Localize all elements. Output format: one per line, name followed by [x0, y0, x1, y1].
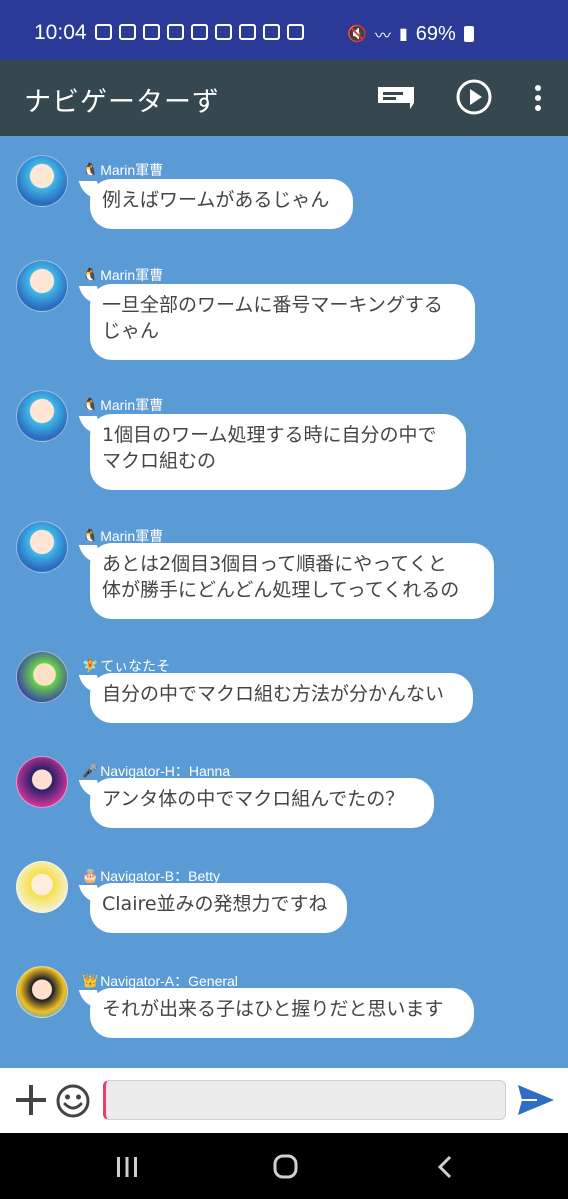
emoji-icon[interactable]: [55, 1083, 91, 1119]
recents-icon[interactable]: [116, 1156, 138, 1178]
message-bubble[interactable]: 1個目のワーム処理する時に自分の中で マクロ組むの: [90, 414, 466, 490]
message-bubble[interactable]: Claire並みの発想力ですね: [90, 883, 347, 933]
penguin-icon: 🐧: [82, 528, 99, 543]
avatar[interactable]: [16, 651, 68, 703]
sender-name: 🐧 Marin軍曹: [82, 397, 164, 413]
play-icon[interactable]: [456, 79, 492, 115]
sender-name: 🐧 Marin軍曹: [82, 267, 164, 283]
avatar[interactable]: [16, 260, 68, 312]
home-icon[interactable]: [273, 1154, 298, 1179]
cloud-icon: [215, 24, 232, 40]
message-icon[interactable]: [378, 87, 414, 109]
discord-icon: [95, 24, 112, 40]
message-bubble[interactable]: あとは2個目3個目って順番にやってくと 体が勝手にどんどん処理してってくれるの: [90, 543, 494, 619]
penguin-icon: 🐧: [82, 397, 99, 412]
system-icons: 🔇 〰 ▮ 69%: [347, 22, 474, 46]
avatar[interactable]: [16, 966, 68, 1018]
chat-list[interactable]: 🐧 Marin軍曹 例えばワームがあるじゃん 🐧 Marin軍曹 一旦全部のワームに…: [0, 136, 568, 1068]
avatar[interactable]: [16, 155, 68, 207]
microphone-icon: 🎤: [82, 763, 99, 778]
system-nav-bar: [0, 1133, 568, 1199]
avatar[interactable]: [16, 756, 68, 808]
message-bubble[interactable]: アンタ体の中でマクロ組んでたの？: [90, 778, 434, 828]
app-icon: [287, 24, 304, 40]
penguin-icon: 🐧: [82, 162, 99, 177]
input-bar: [0, 1068, 568, 1133]
app-bar: ナビゲーターず: [0, 60, 568, 136]
cube-icon: [239, 24, 256, 40]
lock-icon: [167, 24, 184, 40]
avatar[interactable]: [16, 861, 68, 913]
message-bubble[interactable]: 例えばワームがあるじゃん: [90, 179, 353, 229]
message-bubble[interactable]: 自分の中でマクロ組む方法が分かんない: [90, 673, 473, 723]
sender-name: 🐧 Marin軍曹: [82, 162, 164, 178]
message-input[interactable]: [103, 1080, 506, 1120]
crown-icon: 👑: [82, 973, 99, 988]
battery-percent: 69%: [415, 22, 456, 45]
message-bubble[interactable]: 一旦全部のワームに番号マーキングする じゃん: [90, 284, 475, 360]
discord-icon: [143, 24, 160, 40]
more-options-icon[interactable]: [530, 84, 546, 112]
mute-icon: 🔇: [347, 26, 367, 43]
back-icon[interactable]: [436, 1155, 454, 1179]
notification-icons: [95, 24, 304, 40]
message-bubble[interactable]: それが出来る子はひと握りだと思います: [90, 988, 474, 1038]
discord-icon: [119, 24, 136, 40]
status-time: 10:04: [34, 21, 87, 44]
wifi-icon: 〰: [374, 28, 391, 45]
send-icon[interactable]: [517, 1084, 555, 1116]
fairy-icon: 🧚: [82, 658, 99, 673]
battery-icon: [463, 26, 474, 42]
penguin-icon: 🐧: [82, 267, 99, 282]
share-icon: [191, 24, 208, 40]
avatar[interactable]: [16, 390, 68, 442]
cake-icon: 🎂: [82, 868, 99, 883]
page-title: ナビゲーターず: [24, 87, 220, 118]
signal-icon: ▮: [398, 26, 408, 43]
gallery-icon: [263, 24, 280, 40]
status-bar: 10:04 🔇 〰 ▮ 69%: [0, 0, 568, 60]
plus-icon[interactable]: [14, 1083, 48, 1117]
avatar[interactable]: [16, 521, 68, 573]
